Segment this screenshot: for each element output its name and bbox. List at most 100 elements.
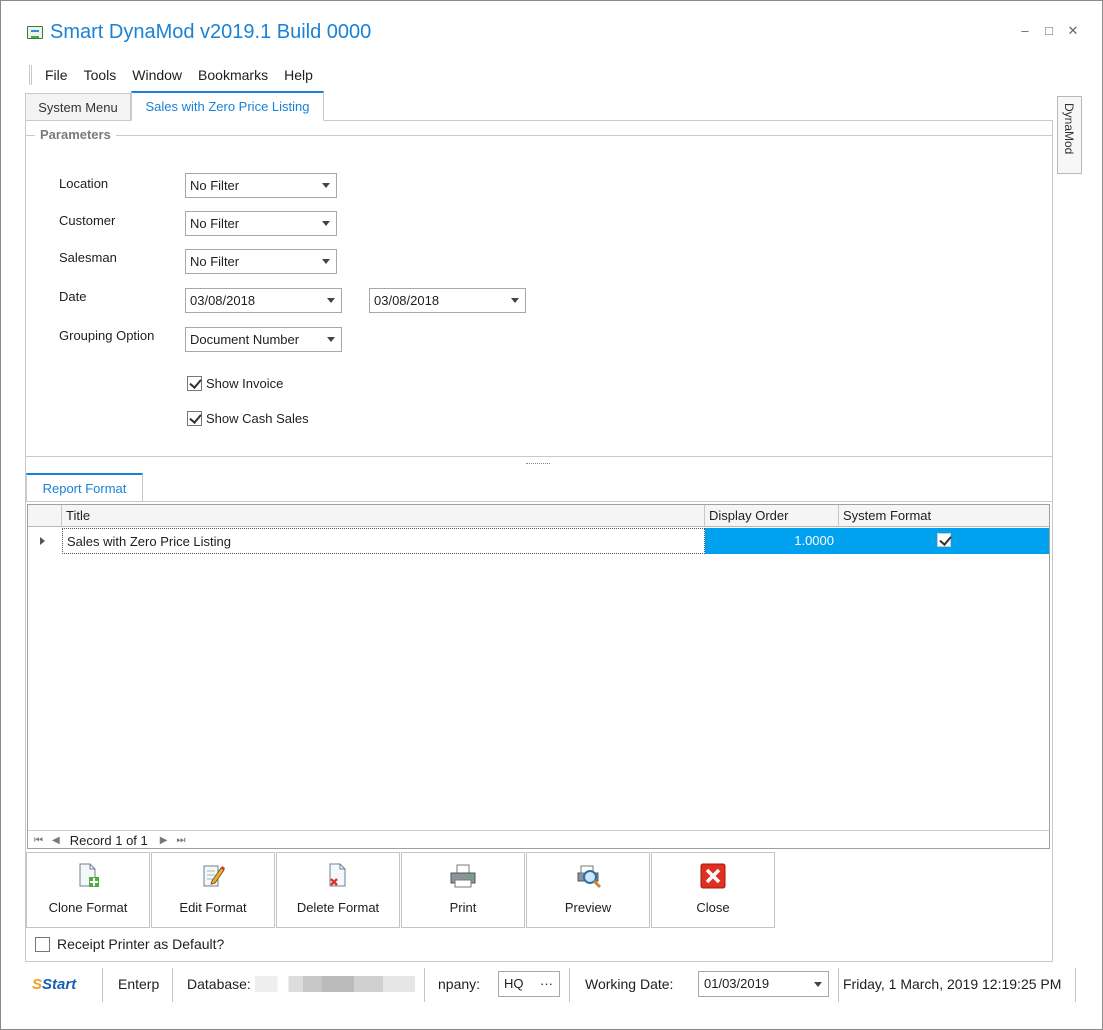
edit-format-label: Edit Format (179, 900, 247, 915)
clone-format-button[interactable]: Clone Format (26, 852, 150, 928)
menu-grip (29, 65, 32, 85)
report-format-grid: Title Display Order System Format Sales … (26, 501, 1052, 851)
start-logo-text: Start (42, 976, 77, 993)
company-label: npany: (438, 976, 481, 992)
next-record-icon[interactable]: ▶ (160, 835, 168, 846)
chevron-down-icon (327, 337, 335, 342)
cell-title[interactable]: Sales with Zero Price Listing (62, 528, 705, 554)
status-separator (102, 968, 103, 1002)
row-indicator-icon (40, 537, 45, 545)
clone-format-label: Clone Format (48, 900, 128, 915)
salesman-value: No Filter (190, 254, 240, 269)
parameters-group: Parameters Location No Filter Customer N… (26, 121, 1052, 457)
salesman-label: Salesman (59, 250, 117, 265)
app-logo-icon (27, 26, 43, 39)
title-bar: Smart DynaMod v2019.1 Build 0000 – □ ✕ (1, 1, 1102, 61)
start-logo: SStart (32, 976, 76, 993)
preview-label: Preview (564, 900, 612, 915)
tab-report-format[interactable]: Report Format (26, 473, 143, 502)
maximize-button[interactable]: □ (1042, 23, 1056, 38)
close-window-button[interactable]: ✕ (1066, 23, 1080, 39)
status-separator (172, 968, 173, 1002)
menu-file[interactable]: File (45, 67, 68, 83)
horizontal-scrollbar[interactable] (209, 835, 1043, 846)
salesman-select[interactable]: No Filter (185, 249, 337, 274)
tab-label: Sales with Zero Price Listing (145, 99, 310, 114)
tab-system-menu[interactable]: System Menu (25, 93, 131, 121)
grid-header: Title Display Order System Format (28, 505, 1049, 527)
date-to-value: 03/08/2018 (374, 293, 440, 308)
checkbox-unchecked-icon (35, 936, 50, 952)
database-label: Database: (187, 976, 251, 992)
receipt-printer-checkbox[interactable]: Receipt Printer as Default? (35, 936, 224, 952)
working-date-value: 01/03/2019 (704, 976, 770, 991)
date-from-value: 03/08/2018 (190, 293, 256, 308)
chevron-down-icon (327, 298, 335, 303)
prev-record-icon[interactable]: ◀ (52, 835, 60, 846)
show-cash-sales-checkbox[interactable]: Show Cash Sales (187, 411, 309, 426)
date-from-picker[interactable]: 03/08/2018 (185, 288, 342, 313)
clone-document-icon (79, 863, 99, 887)
group-divider (26, 135, 1052, 136)
print-preview-icon (577, 865, 602, 889)
date-to-picker[interactable]: 03/08/2018 (369, 288, 526, 313)
location-select[interactable]: No Filter (185, 173, 337, 198)
status-separator (838, 968, 839, 1002)
database-value-redacted (255, 976, 415, 992)
panel-splitter[interactable] (526, 463, 550, 464)
first-record-icon[interactable]: ⏮ (34, 835, 43, 846)
receipt-printer-label: Receipt Printer as Default? (57, 936, 225, 952)
menu-tools[interactable]: Tools (84, 67, 117, 83)
menu-window[interactable]: Window (132, 67, 182, 83)
table-row[interactable]: Sales with Zero Price Listing 1.0000 (28, 528, 1049, 554)
close-button[interactable]: Close (651, 852, 775, 928)
minimize-button[interactable]: – (1018, 23, 1032, 38)
tab-label: Report Format (42, 481, 127, 496)
customer-label: Customer (59, 213, 116, 228)
dynamod-side-tab[interactable]: DynaMod (1057, 96, 1082, 174)
print-button[interactable]: Print (401, 852, 525, 928)
grouping-select[interactable]: Document Number (185, 327, 342, 352)
printer-icon (450, 864, 476, 888)
ellipsis-icon: ··· (540, 976, 553, 991)
show-invoice-label: Show Invoice (206, 376, 284, 391)
status-separator (424, 968, 425, 1002)
company-value: HQ (504, 976, 524, 991)
app-window: Smart DynaMod v2019.1 Build 0000 – □ ✕ F… (0, 0, 1103, 1030)
column-display-order[interactable]: Display Order (705, 505, 839, 527)
cell-display-order[interactable]: 1.0000 (705, 528, 839, 554)
delete-document-icon (329, 863, 346, 887)
delete-format-label: Delete Format (296, 900, 380, 915)
column-system-format[interactable]: System Format (839, 505, 1049, 527)
column-title[interactable]: Title (62, 505, 705, 527)
show-cash-sales-label: Show Cash Sales (206, 411, 309, 426)
window-title: Smart DynaMod v2019.1 Build 0000 (50, 21, 372, 43)
customer-select[interactable]: No Filter (185, 211, 337, 236)
menu-bar: File Tools Window Bookmarks Help (29, 63, 329, 87)
record-count: Record 1 of 1 (69, 832, 148, 848)
record-navigator: ⏮ ◀ Record 1 of 1 ▶ ⏭ (28, 830, 1049, 849)
working-date-label: Working Date: (585, 976, 674, 992)
close-icon (700, 863, 726, 889)
edit-format-button[interactable]: Edit Format (151, 852, 275, 928)
grouping-label: Grouping Option (59, 328, 155, 343)
cell-system-format[interactable] (839, 528, 1049, 554)
status-bar: SStart Enterp Database: npany: HQ ··· Wo… (22, 966, 1080, 1004)
edit-document-icon (203, 865, 225, 887)
checkbox-checked-icon (187, 411, 202, 426)
company-selector[interactable]: HQ ··· (498, 971, 560, 997)
preview-button[interactable]: Preview (526, 852, 650, 928)
report-content-panel: Parameters Location No Filter Customer N… (25, 120, 1053, 962)
customer-value: No Filter (190, 216, 240, 231)
chevron-down-icon (814, 982, 822, 987)
show-invoice-checkbox[interactable]: Show Invoice (187, 376, 283, 391)
working-date-picker[interactable]: 01/03/2019 (698, 971, 829, 997)
delete-format-button[interactable]: Delete Format (276, 852, 400, 928)
close-label: Close (696, 900, 730, 915)
last-record-icon[interactable]: ⏭ (176, 835, 185, 846)
menu-bookmarks[interactable]: Bookmarks (198, 67, 268, 83)
tab-sales-zero-price[interactable]: Sales with Zero Price Listing (131, 91, 324, 121)
chevron-down-icon (322, 183, 330, 188)
chevron-down-icon (322, 221, 330, 226)
menu-help[interactable]: Help (284, 67, 313, 83)
